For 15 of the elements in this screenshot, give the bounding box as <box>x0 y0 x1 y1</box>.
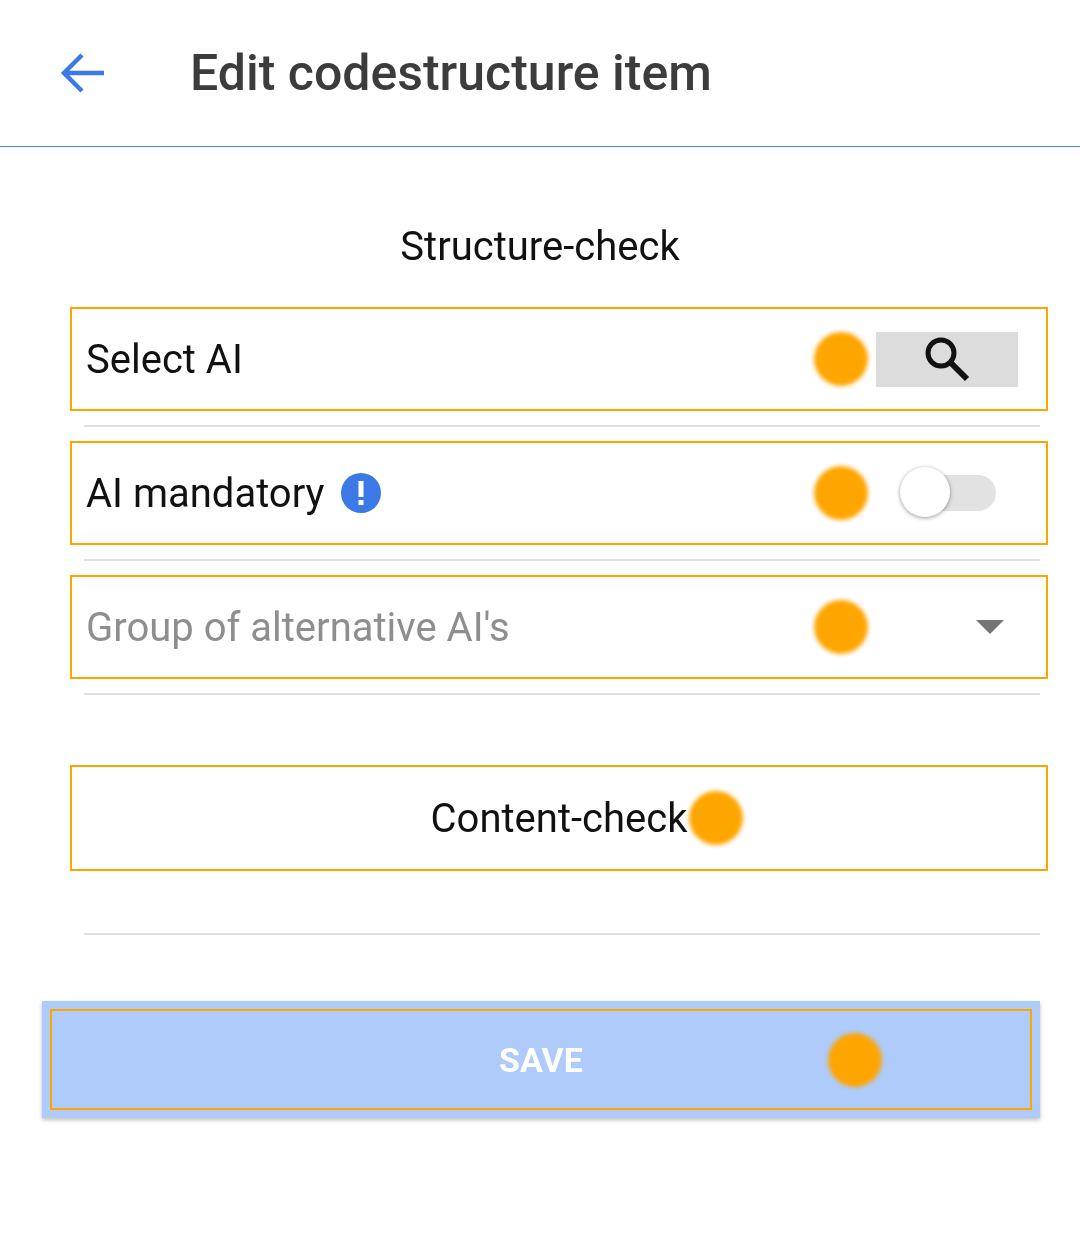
field-label: Select AI <box>86 335 243 383</box>
field-label: AI mandatory <box>86 469 325 517</box>
marker-dot <box>814 466 868 520</box>
caret-icon <box>976 620 1004 634</box>
marker-dot <box>828 1032 882 1087</box>
dropdown-placeholder: Group of alternative AI's <box>86 603 510 651</box>
toggle-switch[interactable] <box>900 467 996 519</box>
marker-dot <box>814 332 868 386</box>
marker-dot <box>814 600 868 654</box>
dropdown-field[interactable]: Group of alternative AI's <box>70 575 1048 679</box>
content-check-button[interactable]: Content-check <box>70 765 1048 871</box>
marker-dot <box>689 791 743 845</box>
section-title: Structure-check <box>399 223 681 271</box>
search-button[interactable] <box>876 331 1018 387</box>
page-title: Edit codestructure item <box>190 44 712 102</box>
